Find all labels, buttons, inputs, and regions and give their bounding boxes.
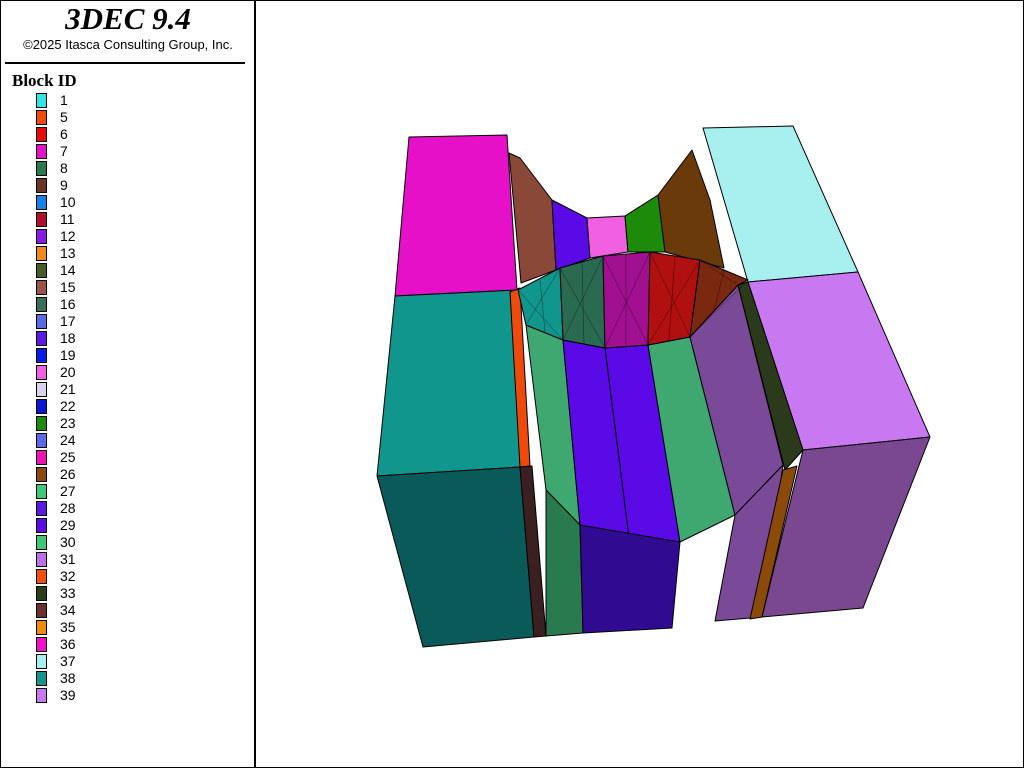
face-back-brown	[508, 152, 557, 284]
face-left-upper-front	[376, 289, 521, 477]
legend-label: 13	[60, 245, 76, 261]
legend-label: 39	[60, 687, 76, 703]
legend-swatch	[36, 518, 47, 533]
legend-label: 16	[60, 296, 76, 312]
legend-swatch	[36, 450, 47, 465]
legend-label: 36	[60, 636, 76, 652]
legend-swatch	[36, 144, 47, 159]
legend-swatch	[36, 365, 47, 380]
legend-label: 8	[60, 160, 68, 176]
legend-label: 14	[60, 262, 76, 278]
legend-swatch	[36, 127, 47, 142]
app-title: 3DEC 9.4	[65, 1, 191, 36]
legend-label: 34	[60, 602, 76, 618]
title-divider	[5, 62, 245, 64]
legend-label: 19	[60, 347, 76, 363]
legend-label: 22	[60, 398, 76, 414]
legend-label: 21	[60, 381, 76, 397]
legend-swatch	[36, 552, 47, 567]
legend-label: 37	[60, 653, 76, 669]
legend-label: 18	[60, 330, 76, 346]
legend-swatch	[36, 314, 47, 329]
legend-swatch	[36, 501, 47, 516]
legend-swatch	[36, 246, 47, 261]
legend-swatch	[36, 688, 47, 703]
legend-swatch	[36, 331, 47, 346]
legend-panel: 3DEC 9.4 ©2025 Itasca Consulting Group, …	[0, 0, 256, 768]
face-right-top	[702, 125, 859, 283]
legend-label: 23	[60, 415, 76, 431]
legend-label: 33	[60, 585, 76, 601]
legend-swatch	[36, 297, 47, 312]
legend-swatch	[36, 586, 47, 601]
legend-label: 31	[60, 551, 76, 567]
legend-swatch	[36, 348, 47, 363]
legend-swatch	[36, 195, 47, 210]
copyright-text: ©2025 Itasca Consulting Group, Inc.	[23, 37, 233, 52]
legend-label: 30	[60, 534, 76, 550]
legend-swatch	[36, 637, 47, 652]
legend-swatch	[36, 110, 47, 125]
legend-label: 27	[60, 483, 76, 499]
legend-swatch	[36, 654, 47, 669]
legend-label: 29	[60, 517, 76, 533]
legend-label: 25	[60, 449, 76, 465]
legend-label: 28	[60, 500, 76, 516]
face-mesh-magenta	[602, 251, 651, 349]
legend-label: 35	[60, 619, 76, 635]
legend-label: 12	[60, 228, 76, 244]
legend-swatch	[36, 535, 47, 550]
legend-label: 32	[60, 568, 76, 584]
legend-label: 11	[60, 211, 75, 227]
legend-label: 20	[60, 364, 76, 380]
legend-swatch	[36, 433, 47, 448]
legend-label: 15	[60, 279, 76, 295]
legend-label: 24	[60, 432, 76, 448]
legend-swatch	[36, 382, 47, 397]
legend-swatch	[36, 484, 47, 499]
block-model-view[interactable]	[258, 2, 1022, 764]
legend-label: 10	[60, 194, 76, 210]
legend-label: 1	[60, 92, 68, 108]
legend-swatch	[36, 280, 47, 295]
legend-label: 26	[60, 466, 76, 482]
legend-swatch	[36, 263, 47, 278]
legend-label: 38	[60, 670, 76, 686]
legend-swatch	[36, 603, 47, 618]
model-viewport[interactable]	[258, 2, 1022, 764]
legend-label: 6	[60, 126, 68, 142]
face-lower-indigo	[579, 524, 681, 634]
legend-swatch	[36, 569, 47, 584]
legend-label: 9	[60, 177, 68, 193]
legend-swatch	[36, 229, 47, 244]
legend-swatch	[36, 467, 47, 482]
legend-swatch	[36, 671, 47, 686]
legend-swatch	[36, 399, 47, 414]
face-left-top	[394, 134, 518, 297]
legend-swatch	[36, 161, 47, 176]
legend-swatch	[36, 93, 47, 108]
legend-swatch	[36, 416, 47, 431]
face-left-lower-front	[376, 466, 535, 648]
face-back-purple	[551, 199, 591, 271]
legend-title: Block ID	[12, 71, 77, 90]
legend-swatch	[36, 620, 47, 635]
face-mesh-green	[559, 255, 606, 349]
legend-label: 17	[60, 313, 76, 329]
legend-swatch	[36, 178, 47, 193]
legend-swatch	[36, 212, 47, 227]
legend-label: 5	[60, 109, 68, 125]
face-back-pink	[586, 215, 629, 259]
legend-label: 7	[60, 143, 68, 159]
